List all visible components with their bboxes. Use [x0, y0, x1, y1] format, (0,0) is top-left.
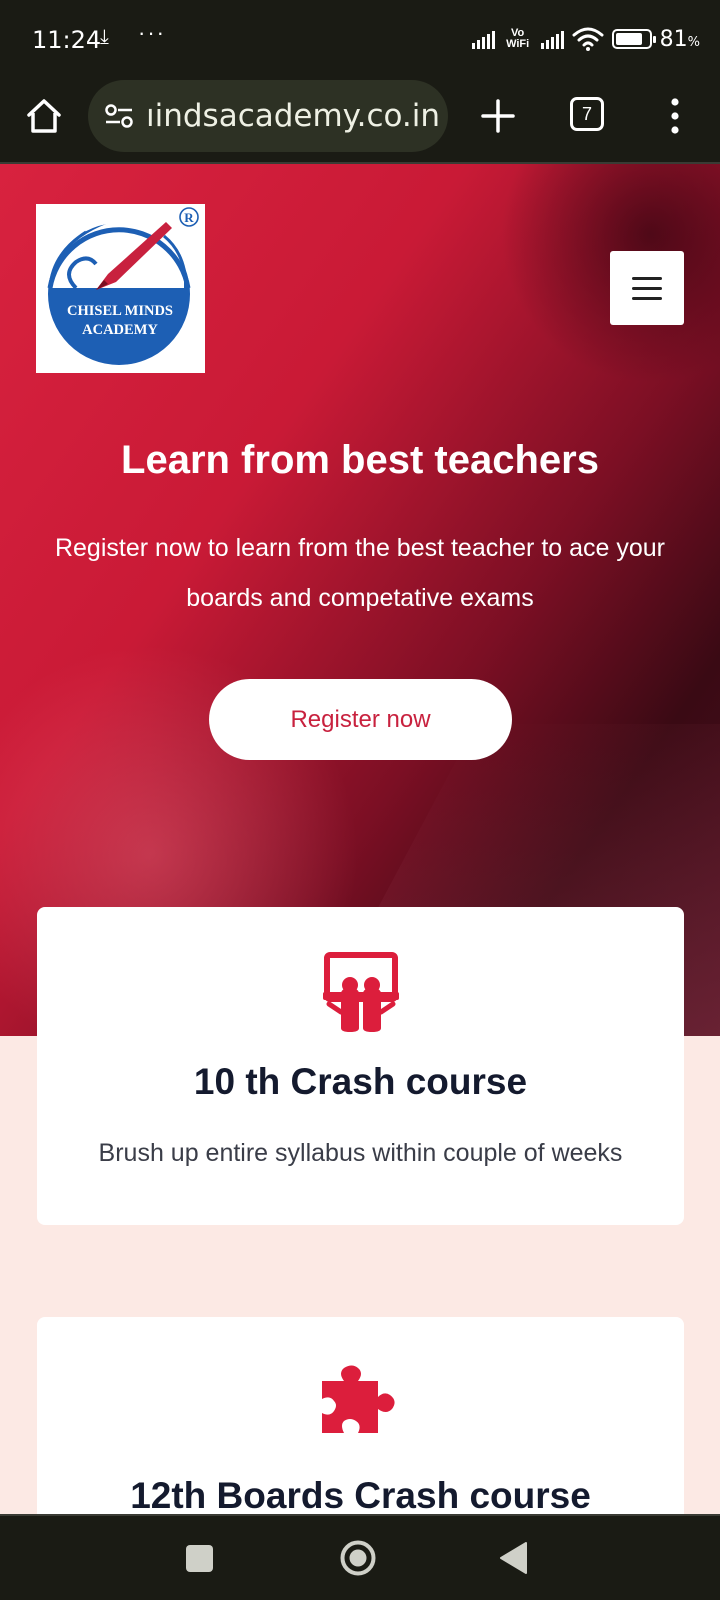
puzzle-icon	[322, 1365, 395, 1433]
course-card[interactable]: 12th Boards Crash course	[37, 1317, 684, 1537]
status-indicators: Vo WiFi 81%	[471, 24, 700, 54]
url-text[interactable]: ıindsacademy.co.in	[146, 98, 440, 134]
url-bar[interactable]: ıindsacademy.co.in	[88, 80, 448, 152]
download-icon: ⤓	[100, 26, 109, 48]
more-options-icon[interactable]	[660, 94, 690, 138]
more-notifications-icon: ···	[138, 20, 166, 45]
hamburger-menu-button[interactable]	[610, 251, 684, 325]
status-time: 11:24	[32, 26, 102, 54]
course-description: Brush up entire syllabus within couple o…	[98, 1139, 623, 1167]
cell-signal-icon	[471, 29, 495, 49]
status-bar: 11:24 ⤓ ··· Vo WiFi 81%	[0, 0, 720, 80]
new-tab-icon[interactable]	[478, 96, 518, 136]
back-button[interactable]	[498, 1541, 528, 1575]
svg-text:R: R	[184, 210, 194, 225]
hero-subtitle: Register now to learn from the best teac…	[54, 534, 666, 612]
cell-signal-2-icon	[540, 29, 564, 49]
tab-switcher-button[interactable]: 7	[570, 97, 604, 131]
svg-text:CHISEL MINDS: CHISEL MINDS	[67, 303, 173, 319]
site-settings-icon[interactable]	[104, 102, 134, 130]
home-button[interactable]	[338, 1538, 378, 1578]
battery-fill	[615, 33, 642, 45]
system-nav-bar	[0, 1514, 720, 1600]
svg-text:ACADEMY: ACADEMY	[82, 322, 158, 338]
academy-logo-icon: CHISEL MINDS ACADEMY R	[46, 207, 199, 367]
home-icon[interactable]	[24, 96, 64, 136]
presentation-icon	[323, 952, 399, 1032]
site-logo[interactable]: CHISEL MINDS ACADEMY R	[36, 204, 205, 373]
register-now-button[interactable]: Register now	[209, 679, 512, 760]
vowifi-label: Vo WiFi	[506, 27, 530, 50]
battery-percent: 81%	[659, 26, 700, 52]
course-title: 10 th Crash course	[193, 1061, 528, 1102]
hero-title: Learn from best teachers	[121, 438, 599, 482]
wifi-icon	[572, 27, 604, 51]
course-card[interactable]: 10 th Crash course Brush up entire sylla…	[37, 907, 684, 1225]
recents-button[interactable]	[186, 1545, 213, 1572]
browser-toolbar: ıindsacademy.co.in 7	[0, 80, 720, 164]
course-title: 12th Boards Crash course	[130, 1475, 591, 1516]
battery-icon	[611, 29, 656, 49]
